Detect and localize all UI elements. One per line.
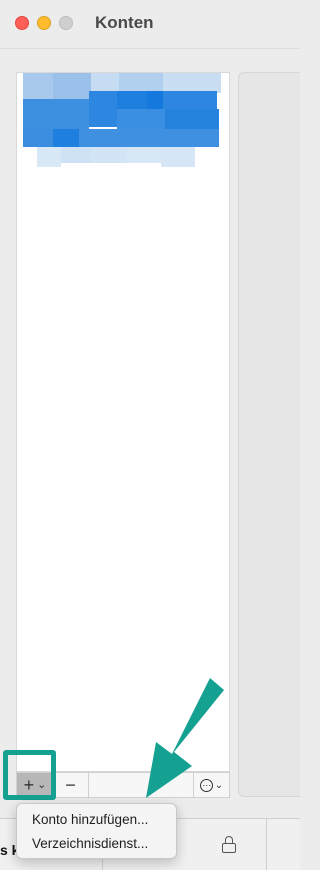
menu-item-directory-service[interactable]: Verzeichnisdienst... bbox=[17, 832, 176, 856]
remove-account-button[interactable]: − bbox=[53, 773, 89, 797]
accounts-list[interactable] bbox=[16, 72, 230, 772]
title-bar: Konten bbox=[0, 0, 300, 49]
zoom-icon bbox=[59, 16, 73, 30]
window-title: Konten bbox=[95, 13, 154, 32]
separator bbox=[266, 819, 267, 870]
accounts-window: Konten + ⌄ − ⋯ ⌄ s k Konto hinzufügen...… bbox=[0, 0, 300, 870]
account-details-panel bbox=[238, 72, 300, 797]
lock-icon[interactable] bbox=[222, 836, 236, 853]
blurred-account-entry[interactable] bbox=[17, 73, 229, 173]
close-icon[interactable] bbox=[15, 16, 29, 30]
arrow-icon bbox=[146, 678, 224, 798]
minus-icon: − bbox=[65, 774, 76, 795]
minimize-icon[interactable] bbox=[37, 16, 51, 30]
highlight-box bbox=[3, 750, 56, 800]
